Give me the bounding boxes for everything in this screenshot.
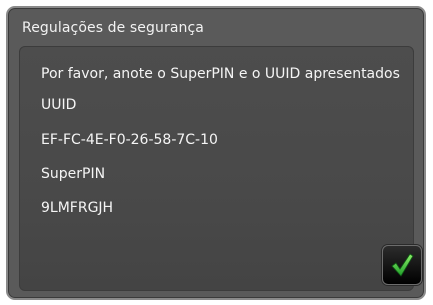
uuid-value: EF-FC-4E-F0-26-58-7C-10: [41, 132, 218, 148]
uuid-label: UUID: [41, 97, 77, 113]
security-settings-dialog: Regulações de segurança Por favor, anote…: [6, 6, 426, 300]
instruction-text: Por favor, anote o SuperPIN e o UUID apr…: [41, 66, 400, 82]
superpin-label: SuperPIN: [41, 166, 106, 182]
superpin-value: 9LMFRGJH: [41, 200, 114, 216]
dialog-title: Regulações de segurança: [22, 20, 204, 36]
dialog-content-panel: Por favor, anote o SuperPIN e o UUID apr…: [19, 46, 422, 291]
confirm-button[interactable]: [382, 245, 422, 285]
checkmark-icon: [391, 253, 414, 277]
